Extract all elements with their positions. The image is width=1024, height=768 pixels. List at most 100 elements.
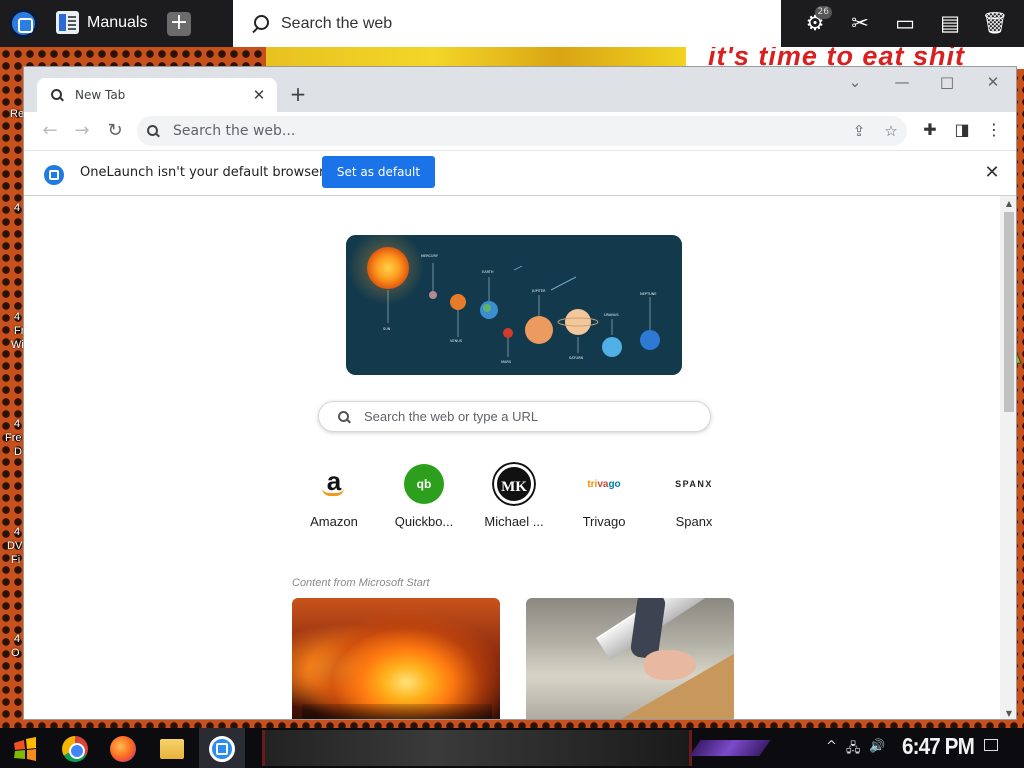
tab-close-icon[interactable]: ✕ [251, 86, 267, 104]
browser-titlebar: New Tab ✕ + ⌄ — □ ✕ [24, 67, 1016, 112]
clipboard-badge-count: 26 [814, 6, 832, 19]
browser-toolbar: ← → ↻ Search the web... ⇪ ☆ ✚ ◨ ⋮ [24, 112, 1016, 150]
minimize-icon[interactable]: — [879, 73, 925, 91]
news-image-hand [644, 650, 696, 680]
windows-taskbar: ^ 🖧 🔊 6:47 PM [0, 728, 1024, 768]
address-bar-placeholder: Search the web... [173, 123, 296, 139]
new-tab-plus-icon[interactable]: + [287, 82, 309, 106]
taskbar-skin-graphic [262, 730, 692, 766]
quickbooks-icon: qb [402, 462, 446, 506]
start-button-icon[interactable] [12, 737, 38, 761]
tab-search-icon [51, 89, 63, 101]
system-tray: ^ 🖧 🔊 [826, 739, 886, 761]
amazon-icon: a [312, 462, 356, 506]
set-as-default-button[interactable]: Set as default [322, 156, 435, 188]
trash-icon[interactable]: 🗑 [980, 8, 1010, 38]
dock-search-placeholder: Search the web [281, 14, 393, 32]
video-icon[interactable]: ▭ [890, 8, 920, 38]
onelaunch-info-icon [44, 165, 64, 185]
onelaunch-icon[interactable] [209, 736, 235, 762]
tab-title: New Tab [75, 88, 126, 102]
shortcut-label: Spanx [675, 514, 713, 529]
desktop-label-fragment[interactable]: 4 [14, 311, 20, 323]
infobar-message: OneLaunch isn't your default browser [80, 165, 325, 180]
notifications-icon[interactable] [984, 739, 998, 751]
scissors-icon[interactable]: ✂ [845, 8, 875, 38]
omnibox-search-icon [147, 125, 159, 137]
desktop-label-fragment[interactable]: Re [10, 108, 24, 120]
back-arrow-icon[interactable]: ← [39, 120, 61, 141]
shortcut-label: Amazon [310, 514, 358, 529]
shortcut-trivago[interactable]: trivago Trivago [559, 462, 649, 529]
share-icon[interactable]: ⇪ [843, 122, 875, 140]
shortcut-label: Michael ... [484, 514, 544, 529]
news-card-fire[interactable] [292, 598, 500, 719]
solar-system-hero-image: MERCURY EARTH JUPITER URANUS NEPTUNE SUN… [346, 235, 682, 375]
scrollbar-thumb[interactable] [1004, 212, 1014, 412]
maximize-icon[interactable]: □ [924, 73, 970, 91]
address-bar[interactable]: Search the web... ⇪ ☆ [137, 116, 907, 146]
network-icon[interactable]: 🖧 [846, 739, 861, 761]
ntp-search-placeholder: Search the web or type a URL [364, 409, 539, 424]
volume-icon[interactable]: 🔊 [869, 739, 885, 761]
planet-label-venus: VENUS [450, 339, 463, 343]
taskbar-clock[interactable]: 6:47 PM [902, 733, 975, 760]
page-scrollbar[interactable]: ▲ ▼ [1000, 196, 1016, 719]
scroll-up-arrow-icon[interactable]: ▲ [1000, 199, 1016, 208]
news-card-construction[interactable] [526, 598, 734, 719]
desktop-label-fragment[interactable]: DV [7, 540, 22, 552]
shortcut-quickbooks[interactable]: qb Quickbo... [379, 462, 469, 529]
reload-icon[interactable]: ↻ [104, 120, 126, 141]
trivago-glyph-part: va [597, 478, 609, 490]
spanx-glyph: SPANX [675, 479, 713, 489]
extensions-puzzle-icon[interactable]: ✚ [919, 120, 941, 139]
desktop-label-fragment[interactable]: Fi [11, 554, 20, 566]
desktop-label-fragment[interactable]: 4 [14, 526, 20, 538]
planet-label-mars: MARS [501, 360, 512, 364]
file-explorer-icon[interactable] [160, 739, 184, 759]
notes-icon[interactable]: ▤ [935, 8, 965, 38]
side-panel-icon[interactable]: ◨ [951, 120, 973, 139]
tab-search-chevron-icon[interactable]: ⌄ [832, 73, 878, 91]
shortcut-michael-kors[interactable]: MK Michael ... [469, 462, 559, 529]
infobar-close-icon[interactable]: ✕ [982, 162, 1002, 183]
desktop-label-fragment[interactable]: O [11, 647, 20, 659]
ntp-search-box[interactable]: Search the web or type a URL [318, 401, 711, 432]
forward-arrow-icon[interactable]: → [71, 120, 93, 141]
onelaunch-logo-icon[interactable] [9, 9, 38, 38]
dock-app-manuals[interactable]: Manuals [56, 11, 147, 34]
scroll-down-arrow-icon[interactable]: ▼ [1000, 709, 1016, 718]
planet-label-saturn: SATURN [569, 356, 584, 360]
search-icon [251, 14, 269, 33]
planet-label-earth: EARTH [482, 270, 494, 274]
manuals-app-icon [56, 11, 79, 34]
planet-label-jupiter: JUPITER [531, 289, 546, 293]
trivago-icon: trivago [582, 462, 626, 506]
tray-chevron-up-icon[interactable]: ^ [826, 739, 837, 761]
dock-search-bar[interactable]: Search the web [233, 0, 781, 47]
desktop-label-fragment[interactable]: Fre [5, 432, 22, 444]
michael-kors-icon: MK [492, 462, 536, 506]
planet-label-sun: SUN [383, 327, 391, 331]
tab-new-tab[interactable]: New Tab ✕ [37, 78, 277, 112]
window-close-icon[interactable]: ✕ [970, 73, 1016, 91]
desktop-label-fragment[interactable]: 4 [14, 633, 20, 645]
chrome-icon[interactable] [62, 736, 88, 762]
clipboard-badge-icon[interactable]: ⚙ 26 [800, 6, 832, 38]
content-source-label: Content from Microsoft Start [292, 577, 430, 589]
taskbar-skin-accent [689, 740, 771, 756]
trivago-glyph-part: go [608, 478, 621, 490]
desktop-label-fragment[interactable]: D [14, 446, 22, 458]
menu-kebab-icon[interactable]: ⋮ [983, 120, 1005, 139]
shortcut-spanx[interactable]: SPANX Spanx [649, 462, 739, 529]
spanx-icon: SPANX [672, 462, 716, 506]
bookmark-star-icon[interactable]: ☆ [875, 122, 907, 140]
ntp-search-icon [338, 410, 350, 423]
trivago-glyph-part: tri [587, 478, 598, 490]
desktop-label-fragment[interactable]: 4 [14, 202, 20, 214]
shortcut-amazon[interactable]: a Amazon [289, 462, 379, 529]
firefox-icon[interactable] [110, 736, 136, 762]
desktop-label-fragment[interactable]: 4 [14, 418, 20, 430]
desktop-label-fragment[interactable]: Wi [11, 339, 24, 351]
add-app-icon[interactable]: + [167, 12, 191, 36]
